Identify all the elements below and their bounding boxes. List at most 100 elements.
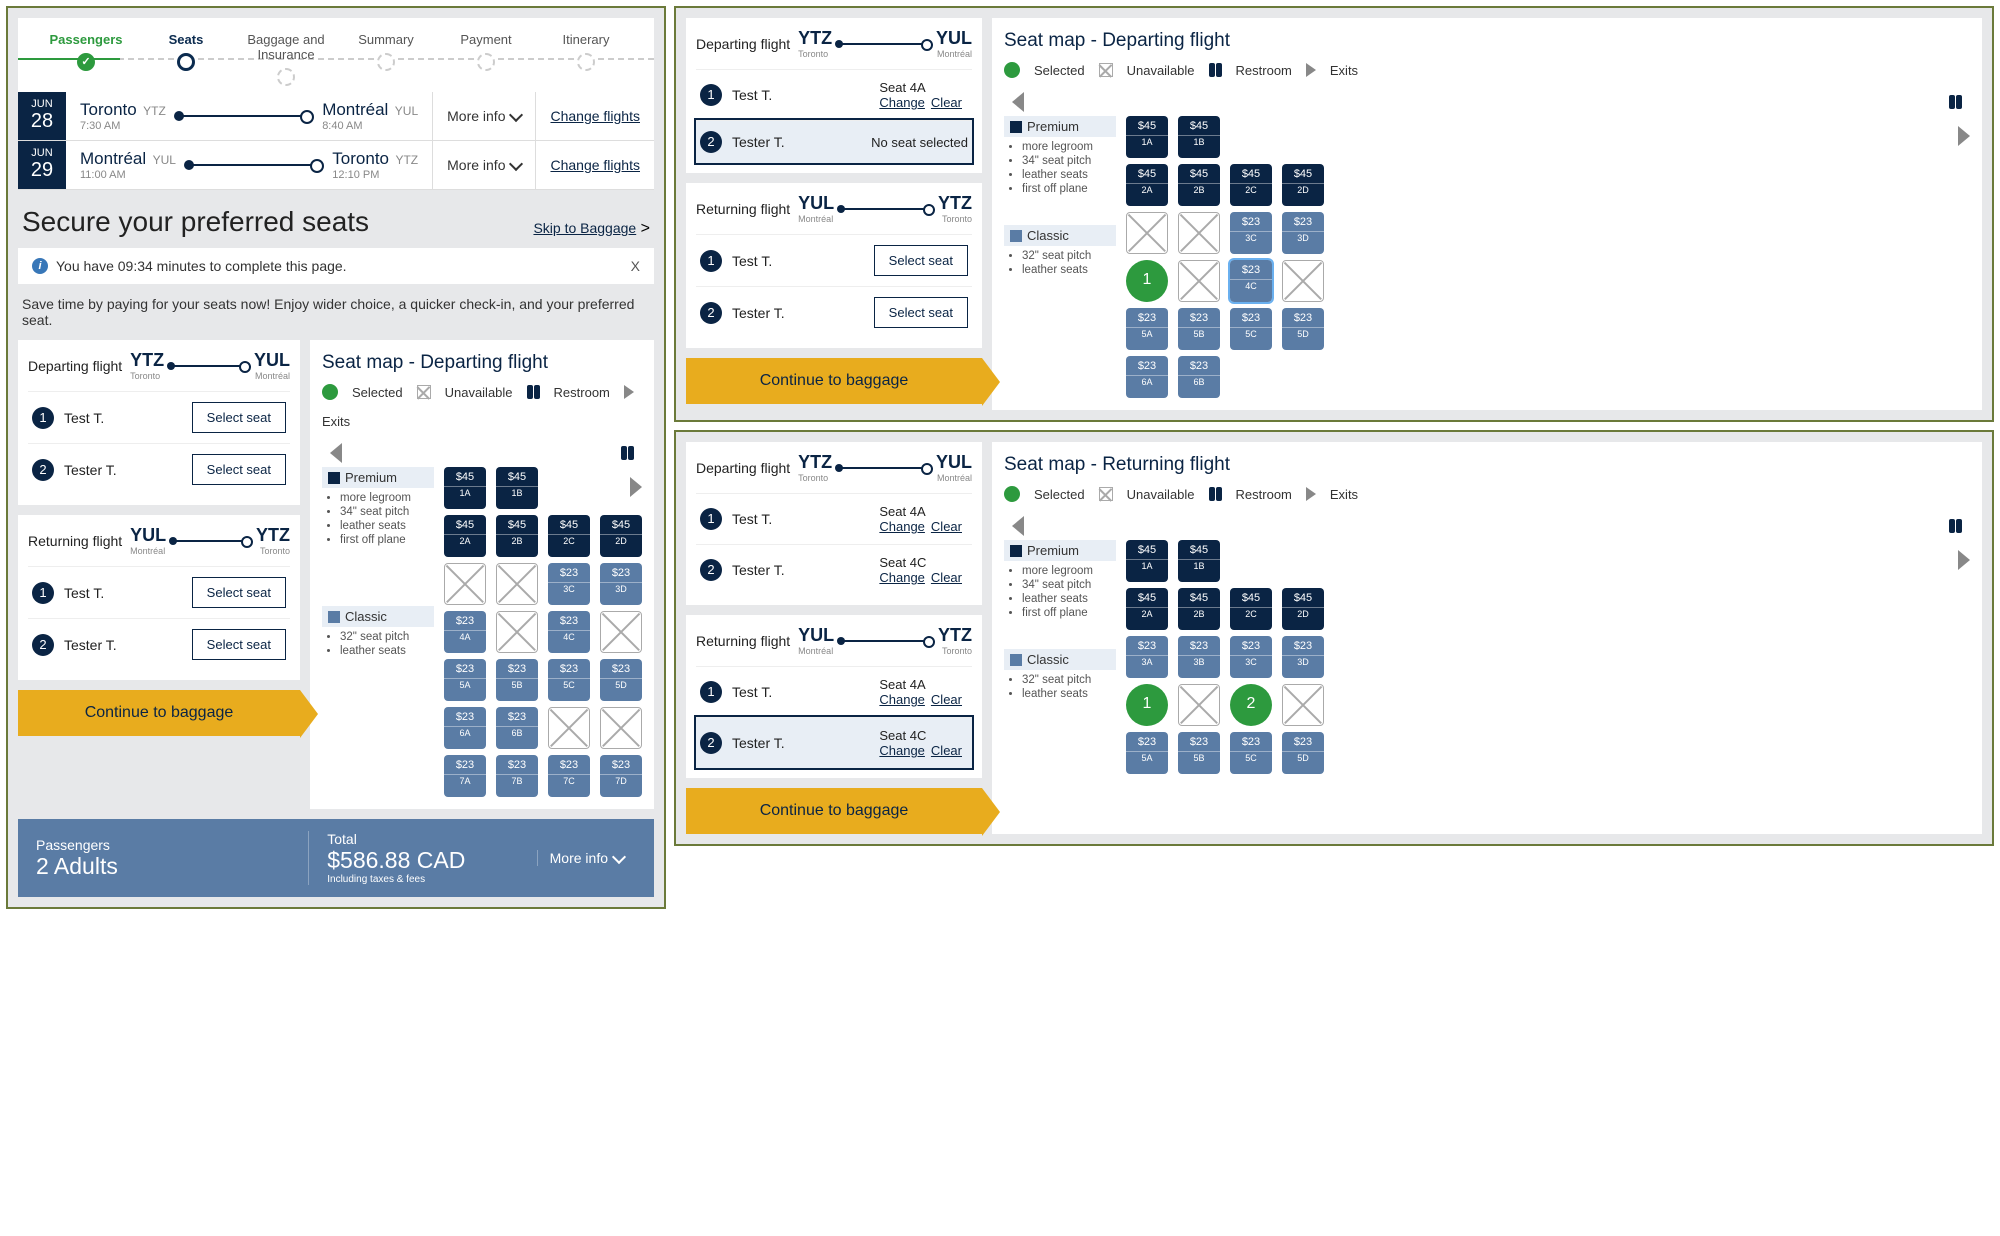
- seat-3D[interactable]: $233D: [1282, 212, 1324, 254]
- more-info-toggle[interactable]: More info: [432, 141, 535, 189]
- seat-7D[interactable]: $237D: [600, 755, 642, 797]
- legend-unavailable-icon: [1099, 63, 1113, 77]
- seat-2C[interactable]: $452C: [1230, 588, 1272, 630]
- seat-2C[interactable]: $452C: [548, 515, 590, 557]
- seat-2C[interactable]: $452C: [1230, 164, 1272, 206]
- seat-2A[interactable]: $452A: [1126, 588, 1168, 630]
- continue-button[interactable]: Continue to baggage: [18, 690, 300, 736]
- seat-4A[interactable]: $234A: [444, 611, 486, 653]
- passenger-row-active[interactable]: 2Tester T.No seat selected: [696, 120, 972, 163]
- seat-3C[interactable]: $233C: [548, 563, 590, 605]
- seat-3A[interactable]: $233A: [1126, 636, 1168, 678]
- seat-unavailable: [600, 611, 642, 653]
- clear-link[interactable]: Clear: [931, 519, 962, 534]
- restroom-icon: [527, 385, 540, 399]
- seat-5A[interactable]: $235A: [444, 659, 486, 701]
- skip-link[interactable]: Skip to Baggage: [533, 220, 636, 236]
- seat-selected[interactable]: 1: [1126, 260, 1168, 302]
- seat-1A[interactable]: $451A: [444, 467, 486, 509]
- seat-4C[interactable]: $234C: [548, 611, 590, 653]
- seat-5C[interactable]: $235C: [1230, 732, 1272, 774]
- seat-2A[interactable]: $452A: [444, 515, 486, 557]
- seat-2A[interactable]: $452A: [1126, 164, 1168, 206]
- passenger-row-active[interactable]: 2Tester T. Seat 4CChangeClear: [696, 717, 972, 768]
- clear-link[interactable]: Clear: [931, 743, 962, 758]
- seat-2D[interactable]: $452D: [600, 515, 642, 557]
- legend-selected-icon: [1004, 62, 1020, 78]
- seat-3C[interactable]: $233C: [1230, 212, 1272, 254]
- seat-3D[interactable]: $233D: [600, 563, 642, 605]
- seat-selected[interactable]: 1: [1126, 684, 1168, 726]
- arrow-left-icon[interactable]: [330, 443, 342, 463]
- seat-5A[interactable]: $235A: [1126, 308, 1168, 350]
- seat-3B[interactable]: $233B: [1178, 636, 1220, 678]
- arrow-left-icon[interactable]: [1012, 516, 1024, 536]
- seat-2D[interactable]: $452D: [1282, 164, 1324, 206]
- select-seat-button[interactable]: Select seat: [874, 297, 968, 328]
- seat-1B[interactable]: $451B: [1178, 540, 1220, 582]
- change-link[interactable]: Change: [879, 95, 925, 110]
- legend-selected-icon: [322, 384, 338, 400]
- flight-summary: JUN28 Toronto YTZ7:30 AM Montréal YUL8:4…: [18, 92, 654, 190]
- seat-5C[interactable]: $235C: [1230, 308, 1272, 350]
- select-seat-button[interactable]: Select seat: [874, 245, 968, 276]
- departing-box: Departing flight YTZToronto YULMontréal …: [18, 340, 300, 505]
- seat-2B[interactable]: $452B: [1178, 164, 1220, 206]
- continue-button[interactable]: Continue to baggage: [686, 358, 982, 404]
- seat-6A[interactable]: $236A: [444, 707, 486, 749]
- more-info-toggle[interactable]: More info: [537, 850, 636, 866]
- change-link[interactable]: Change: [879, 570, 925, 585]
- restroom-icon: [621, 446, 634, 460]
- seat-7C[interactable]: $237C: [548, 755, 590, 797]
- change-link[interactable]: Change: [879, 692, 925, 707]
- seat-1B[interactable]: $451B: [1178, 116, 1220, 158]
- clear-link[interactable]: Clear: [931, 95, 962, 110]
- change-link[interactable]: Change: [879, 743, 925, 758]
- bottom-bar: Passengers2 Adults Total$586.88 CADInclu…: [18, 819, 654, 897]
- seat-unavailable: [1178, 260, 1220, 302]
- seat-1A[interactable]: $451A: [1126, 540, 1168, 582]
- seat-selected[interactable]: 2: [1230, 684, 1272, 726]
- continue-button[interactable]: Continue to baggage: [686, 788, 982, 834]
- seat-5C[interactable]: $235C: [548, 659, 590, 701]
- seat-5D[interactable]: $235D: [1282, 732, 1324, 774]
- seat-1B[interactable]: $451B: [496, 467, 538, 509]
- seat-5B[interactable]: $235B: [496, 659, 538, 701]
- seat-5B[interactable]: $235B: [1178, 732, 1220, 774]
- change-link[interactable]: Change: [879, 519, 925, 534]
- seat-5B[interactable]: $235B: [1178, 308, 1220, 350]
- seat-7B[interactable]: $237B: [496, 755, 538, 797]
- seat-1A[interactable]: $451A: [1126, 116, 1168, 158]
- seat-5D[interactable]: $235D: [1282, 308, 1324, 350]
- seat-2B[interactable]: $452B: [496, 515, 538, 557]
- seat-6B[interactable]: $236B: [496, 707, 538, 749]
- seat-2B[interactable]: $452B: [1178, 588, 1220, 630]
- seat-3D[interactable]: $233D: [1282, 636, 1324, 678]
- close-icon[interactable]: X: [631, 258, 640, 274]
- more-info-toggle[interactable]: More info: [432, 92, 535, 140]
- restroom-icon: [1209, 63, 1222, 77]
- seat-5A[interactable]: $235A: [1126, 732, 1168, 774]
- seat-2D[interactable]: $452D: [1282, 588, 1324, 630]
- change-flights-link[interactable]: Change flights: [535, 92, 654, 140]
- date-badge: JUN29: [18, 141, 66, 189]
- clear-link[interactable]: Clear: [931, 692, 962, 707]
- seat-7A[interactable]: $237A: [444, 755, 486, 797]
- arrow-left-icon[interactable]: [1012, 92, 1024, 112]
- select-seat-button[interactable]: Select seat: [192, 402, 286, 433]
- exit-icon: [1306, 487, 1316, 501]
- seat-5D[interactable]: $235D: [600, 659, 642, 701]
- seat-3C[interactable]: $233C: [1230, 636, 1272, 678]
- clear-link[interactable]: Clear: [931, 570, 962, 585]
- change-flights-link[interactable]: Change flights: [535, 141, 654, 189]
- seat-unavailable: [444, 563, 486, 605]
- seat-6B[interactable]: $236B: [1178, 356, 1220, 398]
- seat-6A[interactable]: $236A: [1126, 356, 1168, 398]
- arrow-right-icon[interactable]: [1958, 126, 1970, 146]
- arrow-right-icon[interactable]: [1958, 550, 1970, 570]
- seat-4C[interactable]: $234C: [1230, 260, 1272, 302]
- select-seat-button[interactable]: Select seat: [192, 629, 286, 660]
- select-seat-button[interactable]: Select seat: [192, 577, 286, 608]
- select-seat-button[interactable]: Select seat: [192, 454, 286, 485]
- arrow-right-icon[interactable]: [630, 477, 642, 497]
